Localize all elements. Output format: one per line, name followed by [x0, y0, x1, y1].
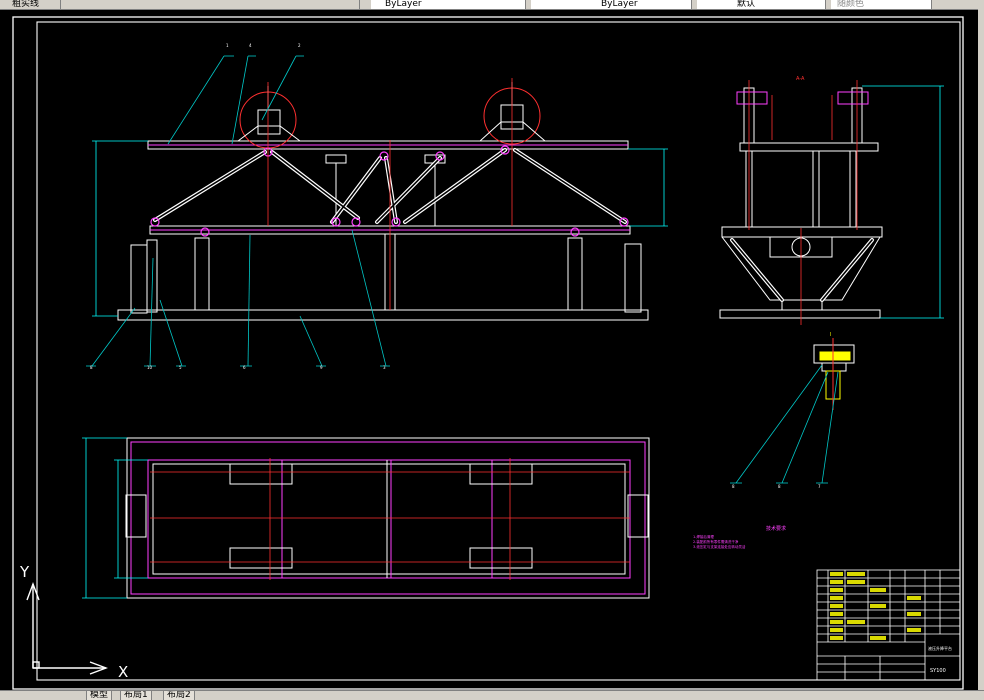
- detail-balloon-labels: 8 8 7: [732, 484, 821, 489]
- svg-text:4: 4: [249, 43, 252, 48]
- detail-leaders: [730, 364, 839, 484]
- linetype-dropdown[interactable]: ByLayer: [531, 0, 692, 9]
- side-dimensions: [862, 85, 944, 319]
- layer-label: 粗实线: [12, 0, 40, 9]
- tech-note-2: 2.装配前所有零件需清洗干净: [693, 539, 739, 544]
- tech-note-3: 3.液压缸与支架连接处应转动灵活: [693, 544, 746, 549]
- ucs-icon: [26, 582, 108, 675]
- svg-text:10: 10: [147, 365, 153, 370]
- toolbar-icons[interactable]: [315, 0, 360, 9]
- top-view-centerlines: [150, 458, 630, 580]
- svg-text:7: 7: [818, 484, 821, 489]
- ucs-x-label: X: [118, 663, 128, 681]
- front-view: [117, 82, 649, 321]
- tech-notes-title: 技术要求: [766, 525, 786, 532]
- lineweight-dropdown[interactable]: 默认: [697, 0, 826, 9]
- layer-dropdown[interactable]: 粗实线: [0, 0, 61, 9]
- plotstyle-value: 随颜色: [837, 0, 865, 9]
- side-cylinders: [730, 238, 874, 302]
- svg-text:8: 8: [778, 484, 781, 489]
- linetype-value: ByLayer: [601, 0, 638, 9]
- title-block: [816, 569, 961, 681]
- color-value: ByLayer: [385, 0, 422, 9]
- top-view-dimensions: [82, 437, 148, 599]
- side-cylinders-inner: [731, 239, 873, 301]
- title-block-name: 液压升降平台: [928, 645, 952, 651]
- svg-text:8: 8: [732, 484, 735, 489]
- svg-text:2: 2: [298, 43, 301, 48]
- ucs-y-label: Y: [19, 563, 30, 581]
- side-view-label: A-A: [796, 76, 805, 82]
- side-centerlines: [748, 80, 858, 325]
- drawing-canvas[interactable]: 142 8 10 5 693 A-A I 8 8 7 技术要求 1.焊接后清理 …: [0, 9, 978, 690]
- window-edge: [978, 9, 984, 699]
- sheet-inner-border: [36, 21, 961, 681]
- color-dropdown[interactable]: ByLayer: [371, 0, 526, 9]
- title-block-fills: [830, 572, 921, 640]
- svg-text:1: 1: [226, 43, 229, 48]
- title-block-code: SY100: [930, 668, 946, 674]
- plotstyle-dropdown[interactable]: 随颜色: [831, 0, 932, 9]
- tech-note-1: 1.焊接后清理: [693, 534, 714, 539]
- front-centerlines: [267, 78, 513, 310]
- lineweight-value: 默认: [737, 0, 756, 9]
- detail-label: I: [830, 332, 831, 338]
